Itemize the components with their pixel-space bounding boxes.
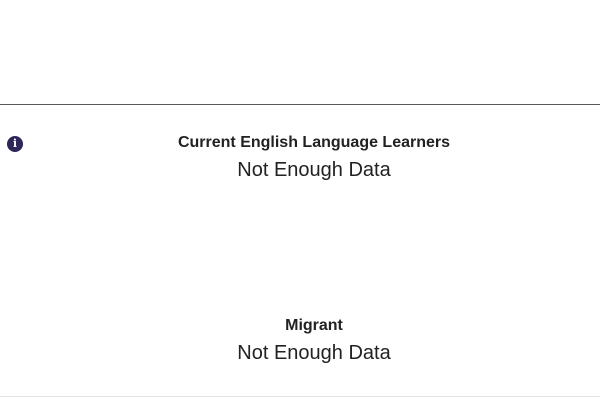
metric-migrant: Migrant Not Enough Data (0, 316, 600, 366)
metric-value: Not Enough Data (237, 342, 391, 364)
metric-ell: Current English Language Learners Not En… (0, 133, 600, 183)
metric-value: Not Enough Data (237, 159, 391, 181)
page: i Current English Language Learners Not … (0, 0, 600, 400)
metric-label: Current English Language Learners (177, 134, 451, 151)
section-divider (0, 104, 600, 105)
bottom-divider (0, 396, 600, 397)
metric-label: Migrant (285, 317, 343, 334)
